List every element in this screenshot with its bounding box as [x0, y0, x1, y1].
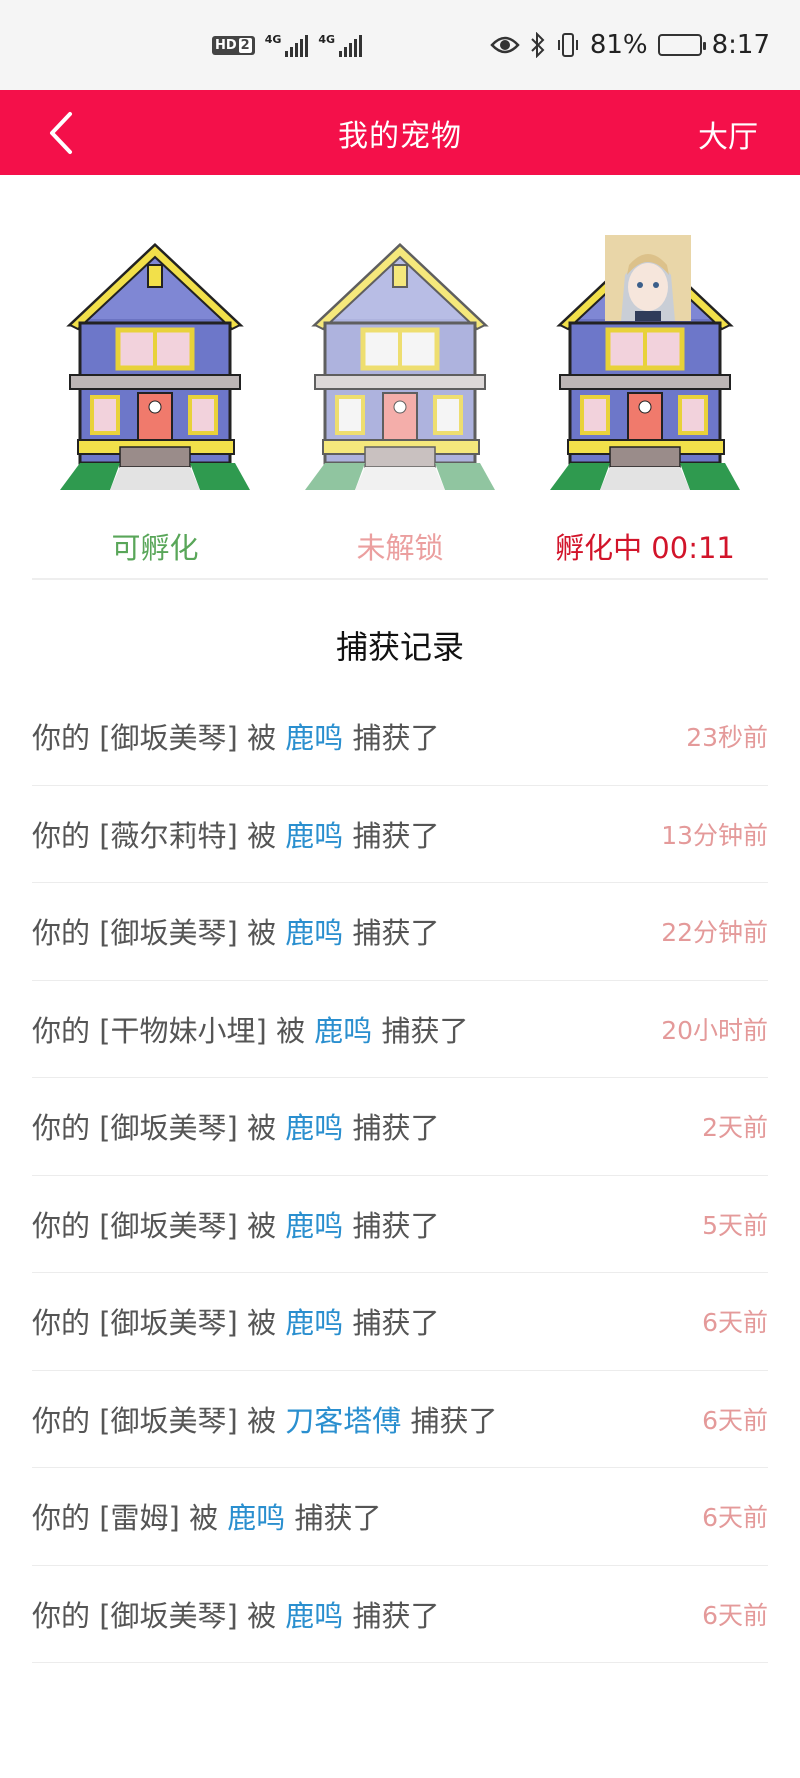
list-item: 你的 [御坂美琴] 被 鹿鸣 捕获了 23秒前 [32, 688, 768, 786]
egg-status-label: 未解锁 [356, 531, 444, 565]
egg-slot-1[interactable]: 可孵化 [55, 235, 255, 565]
list-item: 你的 [雷姆] 被 鹿鸣 捕获了 6天前 [32, 1468, 768, 1566]
signal-label-2: 4G [318, 33, 336, 46]
status-bar-right: 81% 8:17 [490, 30, 770, 60]
record-time: 23秒前 [686, 723, 768, 753]
record-time: 6天前 [702, 1503, 768, 1533]
pet-avatar [605, 235, 691, 321]
catcher-link[interactable]: 鹿鸣 [285, 721, 343, 755]
record-text: 你的 [御坂美琴] 被 鹿鸣 捕获了 [32, 721, 440, 756]
record-text: 你的 [干物妹小埋] 被 鹿鸣 捕获了 [32, 1013, 469, 1048]
egg-status-label: 孵化中 00:11 [555, 531, 735, 565]
records-title: 捕获记录 [335, 628, 464, 666]
catcher-link[interactable]: 刀客塔傅 [285, 1404, 401, 1438]
list-item: 你的 [干物妹小埋] 被 鹿鸣 捕获了 20小时前 [32, 981, 768, 1078]
record-text: 你的 [御坂美琴] 被 鹿鸣 捕获了 [32, 916, 440, 951]
record-text: 你的 [御坂美琴] 被 鹿鸣 捕获了 [32, 1208, 440, 1243]
house-icon [60, 242, 250, 490]
eye-icon [490, 36, 520, 54]
catcher-link[interactable]: 鹿鸣 [285, 1209, 343, 1243]
catcher-link[interactable]: 鹿鸣 [285, 819, 343, 853]
egg-slot-3[interactable]: 孵化中 00:11 [545, 235, 745, 565]
signal-label: 4G [264, 33, 282, 46]
status-bar: HD 2 4G 4G 81% 8:17 [0, 0, 800, 90]
hd-sub: 2 [238, 37, 252, 53]
egg-slot-2[interactable]: 未解锁 [300, 235, 500, 565]
capture-records-list: 你的 [御坂美琴] 被 鹿鸣 捕获了 23秒前 你的 [薇尔莉特] 被 鹿鸣 捕… [32, 688, 768, 1663]
page-title: 我的宠物 [338, 118, 462, 154]
bluetooth-icon [531, 32, 545, 58]
catcher-link[interactable]: 鹿鸣 [285, 1306, 343, 1340]
record-text: 你的 [御坂美琴] 被 鹿鸣 捕获了 [32, 1598, 440, 1633]
record-time: 5天前 [702, 1210, 768, 1240]
vibrate-icon [557, 33, 578, 57]
divider [32, 578, 768, 580]
catcher-link[interactable]: 鹿鸣 [285, 916, 343, 950]
battery-percent: 81% [589, 30, 648, 60]
record-time: 20小时前 [661, 1015, 768, 1045]
record-time: 2天前 [702, 1113, 768, 1143]
chevron-left-icon[interactable] [42, 108, 82, 158]
catcher-link[interactable]: 鹿鸣 [314, 1014, 372, 1048]
house-icon [305, 242, 495, 490]
record-time: 6天前 [702, 1600, 768, 1630]
record-text: 你的 [御坂美琴] 被 鹿鸣 捕获了 [32, 1111, 440, 1146]
catcher-link[interactable]: 鹿鸣 [285, 1599, 343, 1633]
list-item: 你的 [御坂美琴] 被 鹿鸣 捕获了 2天前 [32, 1078, 768, 1176]
battery-icon [657, 34, 706, 56]
list-item: 你的 [御坂美琴] 被 鹿鸣 捕获了 6天前 [32, 1273, 768, 1371]
list-item: 你的 [御坂美琴] 被 鹿鸣 捕获了 5天前 [32, 1176, 768, 1273]
pet-eggs: 可孵化 未解锁 孵化中 00:11 [0, 175, 800, 575]
record-time: 6天前 [702, 1308, 768, 1338]
hd-label: HD [215, 37, 237, 53]
record-text: 你的 [薇尔莉特] 被 鹿鸣 捕获了 [32, 818, 440, 853]
list-item: 你的 [御坂美琴] 被 鹿鸣 捕获了 22分钟前 [32, 883, 768, 981]
clock: 8:17 [711, 30, 770, 60]
record-text: 你的 [御坂美琴] 被 鹿鸣 捕获了 [32, 1306, 440, 1341]
app-header: 我的宠物 大厅 [0, 90, 800, 175]
signal-icon: 4G [265, 33, 309, 57]
hd-badge: HD 2 [212, 35, 255, 55]
record-text: 你的 [雷姆] 被 鹿鸣 捕获了 [32, 1501, 382, 1536]
lobby-button[interactable]: 大厅 [698, 112, 758, 156]
status-bar-left: HD 2 4G 4G [212, 33, 363, 57]
record-time: 13分钟前 [661, 820, 768, 850]
list-item: 你的 [御坂美琴] 被 鹿鸣 捕获了 6天前 [32, 1566, 768, 1663]
egg-status-label: 可孵化 [111, 531, 199, 565]
record-time: 22分钟前 [661, 918, 768, 948]
catcher-link[interactable]: 鹿鸣 [285, 1111, 343, 1145]
catcher-link[interactable]: 鹿鸣 [227, 1501, 285, 1535]
signal-icon-2: 4G [318, 33, 363, 57]
record-time: 6天前 [702, 1405, 768, 1435]
list-item: 你的 [御坂美琴] 被 刀客塔傅 捕获了 6天前 [32, 1371, 768, 1468]
record-text: 你的 [御坂美琴] 被 刀客塔傅 捕获了 [32, 1403, 498, 1438]
list-item: 你的 [薇尔莉特] 被 鹿鸣 捕获了 13分钟前 [32, 786, 768, 883]
